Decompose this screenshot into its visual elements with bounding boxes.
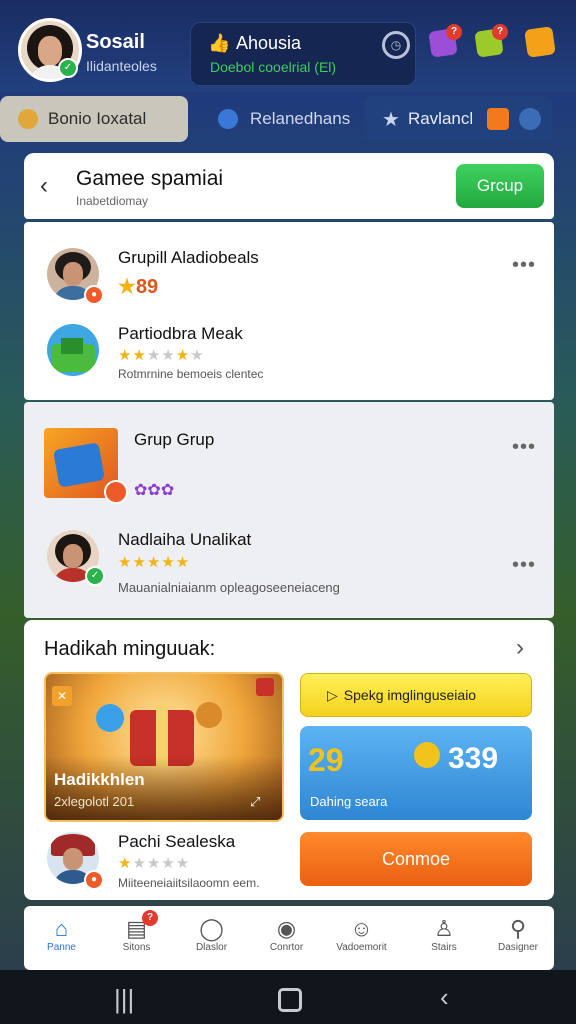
back-icon[interactable]: ‹ xyxy=(440,982,449,1013)
recent-apps-icon[interactable]: ||| xyxy=(114,984,134,1015)
online-badge-icon: ✓ xyxy=(85,566,105,586)
nav-item-face[interactable]: ☺ Vadoemorit xyxy=(324,916,399,953)
nav-item-home[interactable]: ⌂ Panne xyxy=(24,916,99,953)
more-options-icon[interactable]: ••• xyxy=(512,554,536,577)
online-badge-icon: ✓ xyxy=(58,58,78,78)
nav-label: Dasigner xyxy=(497,942,539,953)
tab-relanedhans[interactable]: Relanedhans xyxy=(200,96,358,142)
chat-icon: ◯ xyxy=(199,916,224,941)
coin-icon xyxy=(414,742,440,768)
status-title: Ahousia xyxy=(236,33,302,53)
corner-tag-icon xyxy=(256,678,274,696)
gem-badge: ? xyxy=(446,24,462,40)
user-subtitle: Ilidanteoles xyxy=(86,58,157,74)
orange-gem-icon[interactable] xyxy=(524,26,556,58)
score-number: 89 xyxy=(135,276,159,298)
play-icon: ▷ xyxy=(327,686,338,703)
gem-badge: ? xyxy=(492,24,508,40)
nav-badge: ? xyxy=(142,910,158,926)
more-options-icon[interactable]: ••• xyxy=(512,436,536,459)
profile-icon: ⚲ xyxy=(509,916,527,941)
reward-left-value: 29 xyxy=(308,742,344,778)
list-item-title[interactable]: Grupill Aladiobeals xyxy=(118,248,259,268)
medal-icon xyxy=(18,109,38,129)
face-icon: ☺ xyxy=(350,916,373,941)
chevron-right-icon[interactable]: › xyxy=(516,634,524,662)
tab-ravlancl[interactable]: ★ Ravlancl xyxy=(364,96,552,142)
reward-subtitle: Dahing seara xyxy=(310,794,388,809)
tab-label: Ravlancl xyxy=(407,109,474,128)
person-icon: ♙ xyxy=(434,916,454,941)
more-options-icon[interactable]: ••• xyxy=(512,254,536,277)
nav-item-chat[interactable]: ◯ Dlaslor xyxy=(174,916,249,953)
nav-label: Stairs xyxy=(431,942,457,953)
yellow-action-button[interactable]: ▷ Spekg imglinguseiaio xyxy=(300,673,532,717)
status-badge-icon xyxy=(104,480,128,504)
person-name[interactable]: Pachi Sealeska xyxy=(118,832,235,852)
group-list-card xyxy=(24,222,554,400)
clock-icon[interactable]: ◷ xyxy=(382,31,410,59)
nav-item-events[interactable]: ▤ Sitons xyxy=(99,916,174,953)
tab-label: Bonio Ioxatal xyxy=(48,109,147,128)
score-value: ★89 xyxy=(118,274,158,299)
nav-item-profile[interactable]: ⚲ Dasigner xyxy=(482,916,554,953)
status-panel[interactable] xyxy=(190,22,416,86)
status-subtitle: Doebol cooelrial (El) xyxy=(210,59,337,75)
rating-stars: ★★★★★ xyxy=(118,554,191,571)
tab-bonio[interactable]: Bonio Ioxatal xyxy=(0,96,188,142)
home-button-icon[interactable] xyxy=(278,988,302,1012)
nav-item-person[interactable]: ♙ Stairs xyxy=(404,916,484,953)
nav-label: Panne xyxy=(47,942,76,953)
status-badge-icon: ● xyxy=(84,870,104,890)
rating-stars: ★★★★★ xyxy=(118,855,191,872)
shield-icon xyxy=(519,108,542,130)
rating-stars: ★★★★★★ xyxy=(118,347,205,364)
star-icon: ★ xyxy=(118,276,136,298)
thumbs-up-icon: 👍 xyxy=(208,33,231,53)
continue-button[interactable]: Conmoe xyxy=(300,832,532,886)
promo-title: Hadikkhlen xyxy=(54,770,145,789)
status-badge-icon: ● xyxy=(84,285,104,305)
tab-label: Relanedhans xyxy=(250,109,351,128)
expand-icon[interactable]: ⤢ xyxy=(250,794,260,810)
reward-right-value: 339 xyxy=(448,742,499,775)
calendar-icon: ▤ xyxy=(126,916,147,941)
game-thumbnail[interactable] xyxy=(47,324,99,376)
nav-item-location[interactable]: ◉ Conrtor xyxy=(249,916,324,953)
page-title: Gamee spamiai xyxy=(76,167,224,190)
purple-badges-icon: ✿✿✿ xyxy=(134,482,175,499)
home-icon: ⌂ xyxy=(54,916,69,941)
group-button[interactable]: Grcup xyxy=(456,164,544,208)
page-subtitle: Inabetdiomay xyxy=(76,194,149,208)
button-label: Spekg imglinguseiaio xyxy=(343,687,477,703)
person-subtitle: Miiteeneiaiitsilaoomn eem. xyxy=(118,876,260,890)
close-tag-icon[interactable]: ✕ xyxy=(52,686,72,706)
section-title: Hadikah minguuak: xyxy=(44,638,216,660)
user-name: Sosail xyxy=(86,31,145,53)
globe-icon xyxy=(218,109,238,129)
list-item-subtitle: Rotmrnine bemoeis clentec xyxy=(118,367,264,381)
location-icon: ◉ xyxy=(276,916,297,941)
orange-tag-icon xyxy=(487,108,510,130)
nav-label: Dlaslor xyxy=(195,942,228,953)
list-item-title[interactable]: Grup Grup xyxy=(134,430,214,450)
list-item-subtitle: Mauanialniaianm opleagoseeneiaceng xyxy=(118,580,340,595)
nav-label: Sitons xyxy=(122,942,151,953)
list-item-title[interactable]: Partiodbra Meak xyxy=(118,324,243,344)
nav-label: Vadoemorit xyxy=(336,942,387,953)
list-item-title[interactable]: Nadlaiha Unalikat xyxy=(118,530,251,550)
nav-label: Conrtor xyxy=(269,942,304,953)
promo-subtitle: 2xlegolotl 201 xyxy=(54,794,135,809)
back-chevron-icon[interactable]: ‹ xyxy=(40,172,48,200)
star-icon: ★ xyxy=(382,108,400,131)
